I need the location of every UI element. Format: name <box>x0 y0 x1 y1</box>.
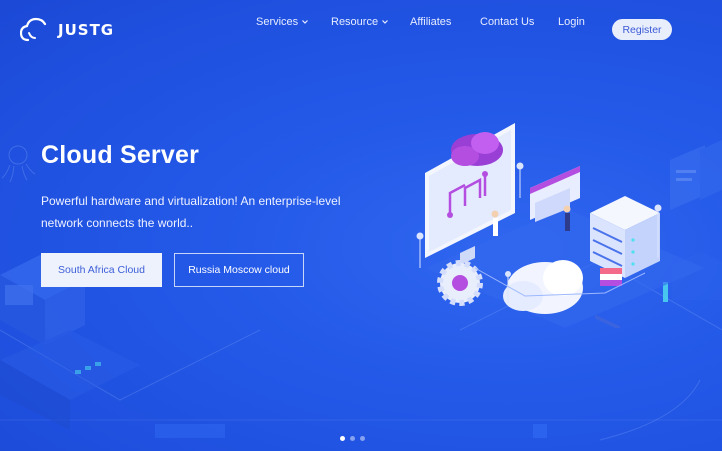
brand-name: JUSTG <box>58 21 115 39</box>
nav-services-label: Services <box>256 16 299 28</box>
hero-description: Powerful hardware and virtualization! An… <box>41 194 341 230</box>
nav-services[interactable]: Services <box>256 16 309 28</box>
nav-affiliates-label: Affiliates <box>410 16 452 28</box>
hero-banner: JUSTG Services Resource Affiliates Conta… <box>0 0 722 451</box>
brand-logo[interactable]: JUSTG <box>20 16 113 44</box>
south-africa-cloud-button[interactable]: South Africa Cloud <box>41 253 162 287</box>
carousel-dot-2[interactable] <box>350 436 355 441</box>
register-button[interactable]: Register <box>612 19 672 40</box>
carousel-dot-1[interactable] <box>340 436 345 441</box>
chevron-down-icon <box>302 20 309 24</box>
nav-contact-us[interactable]: Contact Us <box>480 16 534 28</box>
nav-affiliates[interactable]: Affiliates <box>410 16 451 28</box>
carousel-pagination <box>340 436 365 441</box>
cloud-icon <box>451 132 503 166</box>
russia-moscow-cloud-button[interactable]: Russia Moscow cloud <box>174 253 304 287</box>
nav-resource-label: Resource <box>331 16 379 28</box>
top-navigation: JUSTG Services Resource Affiliates Conta… <box>0 0 722 58</box>
cloud-tech-illustration <box>416 123 705 328</box>
nav-login-label: Login <box>558 16 585 28</box>
hero-title: Cloud Server <box>41 141 200 169</box>
cloud-logo-icon <box>20 17 47 42</box>
gear-icon <box>437 260 483 306</box>
carousel-dot-3[interactable] <box>360 436 365 441</box>
nav-resource[interactable]: Resource <box>331 16 389 28</box>
chevron-down-icon <box>382 20 389 24</box>
nav-contact-label: Contact Us <box>480 16 535 28</box>
nav-login[interactable]: Login <box>558 16 585 28</box>
